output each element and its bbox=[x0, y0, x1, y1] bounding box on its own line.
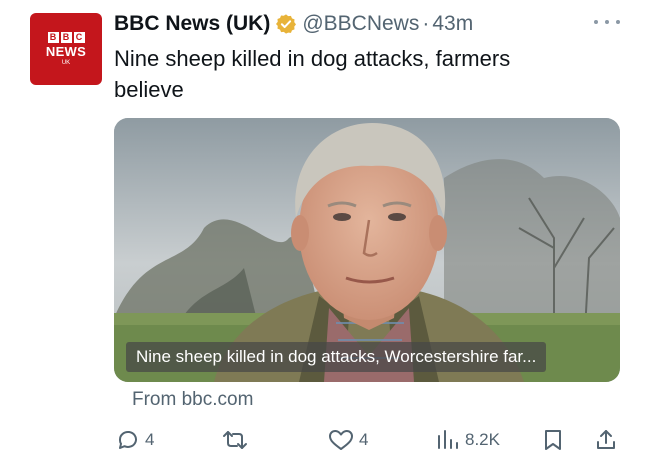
bbc-news-avatar[interactable]: B B C NEWS UK bbox=[30, 13, 102, 85]
bookmark-icon bbox=[542, 428, 564, 452]
reply-count: 4 bbox=[145, 430, 155, 449]
bookmark-button[interactable] bbox=[542, 424, 564, 456]
avatar-news-label: NEWS bbox=[45, 43, 87, 59]
more-options-icon[interactable] bbox=[594, 14, 620, 30]
timestamp[interactable]: 43m bbox=[432, 12, 473, 36]
card-source[interactable]: From bbc.com bbox=[132, 389, 253, 411]
user-handle[interactable]: @BBCNews bbox=[302, 12, 419, 36]
tweet-text: Nine sheep killed in dog attacks, farmer… bbox=[114, 46, 511, 102]
logo-letter-c: C bbox=[73, 31, 85, 43]
views-chart-icon bbox=[436, 428, 460, 452]
repost-button[interactable] bbox=[221, 424, 249, 456]
logo-letter-b1: B bbox=[47, 31, 59, 43]
share-icon bbox=[594, 428, 618, 452]
reply-button[interactable]: 4 bbox=[116, 424, 154, 456]
separator-dot: · bbox=[422, 12, 430, 35]
share-button[interactable] bbox=[594, 424, 618, 456]
repost-icon bbox=[221, 428, 249, 452]
verified-badge-icon[interactable] bbox=[275, 13, 297, 35]
logo-letter-b2: B bbox=[60, 31, 72, 43]
reply-icon bbox=[116, 428, 140, 452]
bbc-logo-blocks: B B C bbox=[47, 31, 85, 43]
card-caption: Nine sheep killed in dog attacks, Worces… bbox=[126, 342, 547, 372]
like-count: 4 bbox=[359, 430, 369, 449]
display-name[interactable]: BBC News (UK) bbox=[114, 12, 270, 36]
link-preview-card[interactable]: Nine sheep killed in dog attacks, Worces… bbox=[114, 118, 620, 382]
heart-icon bbox=[328, 428, 354, 452]
tweet-header: BBC News (UK) @BBCNews · 43m bbox=[114, 10, 473, 38]
tweet-actions: 4 4 8.2K bbox=[0, 424, 650, 456]
like-button[interactable]: 4 bbox=[328, 424, 368, 456]
views-button[interactable]: 8.2K bbox=[436, 424, 500, 456]
view-count: 8.2K bbox=[465, 430, 500, 449]
avatar-region-label: UK bbox=[61, 59, 71, 66]
